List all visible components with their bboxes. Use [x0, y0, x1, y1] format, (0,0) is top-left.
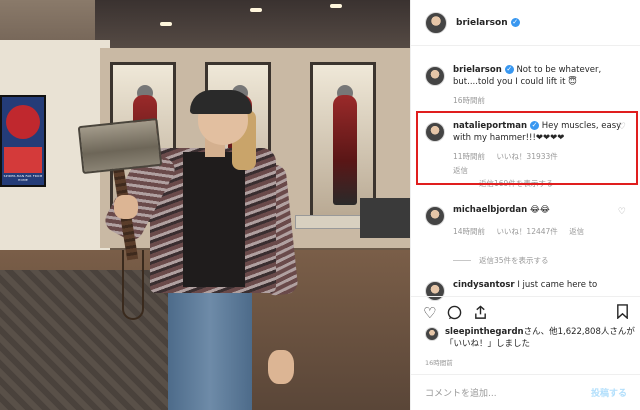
comment-text: I just came here to	[517, 280, 598, 290]
avatar[interactable]	[425, 11, 447, 34]
comment-icon[interactable]	[447, 305, 462, 323]
poster-band	[4, 147, 42, 173]
comment-text: 😂😂	[529, 205, 550, 215]
comment-item: michaelbjordan 😂😂 14時間前 いいね！12447件 返信	[425, 204, 631, 237]
movie-poster: SPIDER-MAN FAR FROM HOME	[0, 95, 46, 187]
post-username[interactable]: brielarson	[456, 18, 508, 28]
add-comment-bar: コメントを追加... 投稿する	[411, 374, 640, 410]
armor-suit	[333, 95, 357, 205]
reply-button[interactable]: 返信	[569, 227, 584, 236]
view-replies-link[interactable]: 返信35件を表示する	[453, 255, 549, 266]
post-sidebar: brielarson ✓ brielarson ✓ Not to be whate…	[410, 0, 640, 410]
divider-line	[453, 260, 471, 261]
highlight-box	[416, 111, 638, 185]
comment-input[interactable]: コメントを追加...	[425, 386, 591, 399]
comment-like-heart-icon[interactable]: ♡	[618, 207, 626, 217]
hammer-strap	[122, 250, 144, 320]
comment-like-count[interactable]: いいね！12447件	[496, 227, 557, 236]
ceiling-light	[330, 4, 342, 8]
post-header: brielarson ✓	[411, 0, 640, 46]
verified-badge-icon: ✓	[504, 65, 514, 74]
likes-username[interactable]: sleepinthegardn	[445, 327, 524, 337]
person-right-hand	[268, 350, 294, 384]
action-bar: ♡	[411, 296, 640, 330]
comment-username[interactable]: michaelbjordan	[453, 205, 527, 215]
person-left-hand	[114, 195, 138, 219]
avatar[interactable]	[425, 206, 445, 226]
ceiling-light	[250, 8, 262, 12]
caption-time[interactable]: 16時間前	[453, 96, 485, 105]
poster-label: SPIDER-MAN FAR FROM HOME	[3, 174, 43, 182]
post-comment-button[interactable]: 投稿する	[591, 386, 627, 399]
hammer-head	[77, 117, 163, 175]
post-timestamp: 16時間前	[425, 359, 453, 367]
heart-icon[interactable]: ♡	[423, 306, 436, 321]
share-icon[interactable]	[473, 304, 488, 323]
verified-badge-icon: ✓	[510, 18, 520, 27]
poster-emblem	[6, 105, 40, 139]
person-jeans	[168, 280, 252, 410]
bookmark-icon[interactable]	[616, 304, 629, 323]
post-caption: brielarson ✓ Not to be whatever, but....t…	[425, 64, 631, 106]
caption-username[interactable]: brielarson	[453, 65, 502, 75]
post-photo[interactable]: SPIDER-MAN FAR FROM HOME	[0, 0, 410, 410]
person-shirt	[183, 152, 245, 287]
view-replies-label: 返信35件を表示する	[479, 256, 549, 265]
avatar[interactable]	[425, 66, 445, 86]
avatar[interactable]	[425, 327, 439, 341]
person-cap	[190, 90, 252, 114]
ceiling-light	[160, 22, 172, 26]
sofa	[360, 198, 410, 238]
comment-username[interactable]: cindysantosr	[453, 280, 515, 290]
likes-summary: sleepinthegardnさん、他1,622,808人さんが「いいね！」しま…	[425, 326, 635, 350]
comment-time[interactable]: 14時間前	[453, 227, 485, 236]
